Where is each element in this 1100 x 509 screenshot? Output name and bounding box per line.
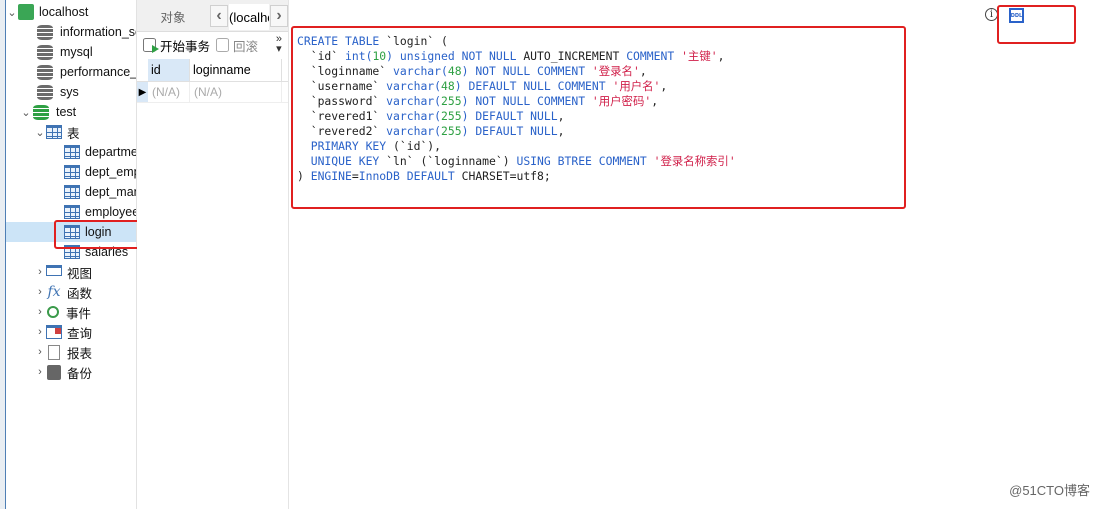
- navigation-tree: ⌄ localhost information_schema mysql per…: [6, 0, 137, 509]
- chevron-left-icon: ‹: [216, 7, 222, 24]
- caret-down-icon: ▾: [276, 43, 282, 55]
- chevron-right-icon[interactable]: ›: [34, 326, 46, 338]
- tree-item-table[interactable]: dept_emp: [6, 162, 136, 182]
- tab-objects[interactable]: 对象: [137, 3, 209, 30]
- watermark: @51CTO博客: [1009, 483, 1090, 498]
- rollback-icon: [216, 38, 230, 52]
- grid-header: id loginname: [137, 59, 288, 82]
- table-icon: [64, 165, 80, 179]
- tab-scroll-left-button[interactable]: ‹: [210, 5, 228, 27]
- query-icon: [46, 325, 62, 339]
- tree-item-queries-folder[interactable]: › 查询: [6, 322, 136, 342]
- cell-id[interactable]: (N/A): [148, 82, 190, 102]
- view-icon: [46, 264, 62, 276]
- tab-connection[interactable]: (localhost): [229, 4, 269, 30]
- database-icon: [37, 24, 53, 40]
- tree-item-database[interactable]: information_schema: [6, 22, 136, 42]
- table-row[interactable]: ▶ (N/A) (N/A): [137, 82, 288, 103]
- tree-item-database[interactable]: sys: [6, 82, 136, 102]
- table-icon: [64, 145, 80, 159]
- connection-icon: [18, 4, 34, 20]
- chevron-right-icon[interactable]: ›: [34, 266, 46, 278]
- chevron-right-icon[interactable]: ›: [34, 366, 46, 378]
- column-header-id[interactable]: id: [148, 59, 190, 81]
- object-panel: 对象 ‹ (localhost) › 开始事务 回滚 »▾ id loginna…: [137, 0, 289, 509]
- database-open-icon: [33, 104, 49, 120]
- chevron-down-icon[interactable]: ⌄: [20, 106, 32, 119]
- database-icon: [37, 64, 53, 80]
- event-icon: [47, 306, 59, 318]
- table-icon: [64, 205, 80, 219]
- database-icon: [37, 84, 53, 100]
- tree-item-reports-folder[interactable]: › 报表: [6, 342, 136, 362]
- tree-item-views-folder[interactable]: › 视图: [6, 262, 136, 282]
- annotation-highlight-ddl-icon: [997, 5, 1076, 44]
- toolbar: 开始事务 回滚 » ▾: [137, 32, 288, 58]
- function-icon: fx: [47, 284, 61, 300]
- cell-loginname[interactable]: (N/A): [190, 82, 282, 102]
- database-icon: [37, 44, 53, 60]
- tree-item-backups-folder[interactable]: › 备份: [6, 362, 136, 382]
- tree-item-database[interactable]: mysql: [6, 42, 136, 62]
- current-row-arrow-icon: ▶: [137, 82, 148, 102]
- tree-item-table[interactable]: dept_manager: [6, 182, 136, 202]
- rollback-button[interactable]: 回滚: [216, 36, 258, 55]
- chevron-down-icon[interactable]: ⌄: [34, 126, 46, 139]
- tree-item-table[interactable]: departments: [6, 142, 136, 162]
- annotation-highlight-ddl: [291, 26, 906, 209]
- begin-transaction-button[interactable]: 开始事务: [143, 36, 210, 55]
- chevron-down-icon[interactable]: ⌄: [6, 6, 18, 19]
- tree-item-functions-folder[interactable]: › fx 函数: [6, 282, 136, 302]
- tree-item-events-folder[interactable]: › 事件: [6, 302, 136, 322]
- chevron-right-icon[interactable]: ›: [34, 286, 46, 298]
- report-icon: [48, 344, 60, 360]
- data-grid: id loginname ▶ (N/A) (N/A): [137, 59, 288, 103]
- tree-item-tables-folder[interactable]: ⌄ 表: [6, 122, 136, 142]
- table-icon: [46, 125, 62, 139]
- tab-bar: 对象 ‹ (localhost) ›: [137, 0, 288, 32]
- tree-item-test-db[interactable]: ⌄ test: [6, 102, 136, 122]
- transaction-icon: [143, 38, 159, 53]
- row-marker-header: [137, 59, 148, 81]
- backup-icon: [47, 364, 61, 380]
- column-header-loginname[interactable]: loginname: [190, 59, 282, 81]
- tree-item-table[interactable]: employees: [6, 202, 136, 222]
- toolbar-overflow-button[interactable]: » ▾: [276, 34, 282, 55]
- chevron-right-icon: ›: [276, 7, 282, 24]
- tree-item-database[interactable]: performance_schema: [6, 62, 136, 82]
- chevron-right-icon[interactable]: ›: [34, 346, 46, 358]
- tab-scroll-right-button[interactable]: ›: [270, 5, 288, 27]
- table-icon: [64, 185, 80, 199]
- chevron-right-icon[interactable]: ›: [34, 306, 46, 318]
- tree-item-localhost[interactable]: ⌄ localhost: [6, 2, 136, 22]
